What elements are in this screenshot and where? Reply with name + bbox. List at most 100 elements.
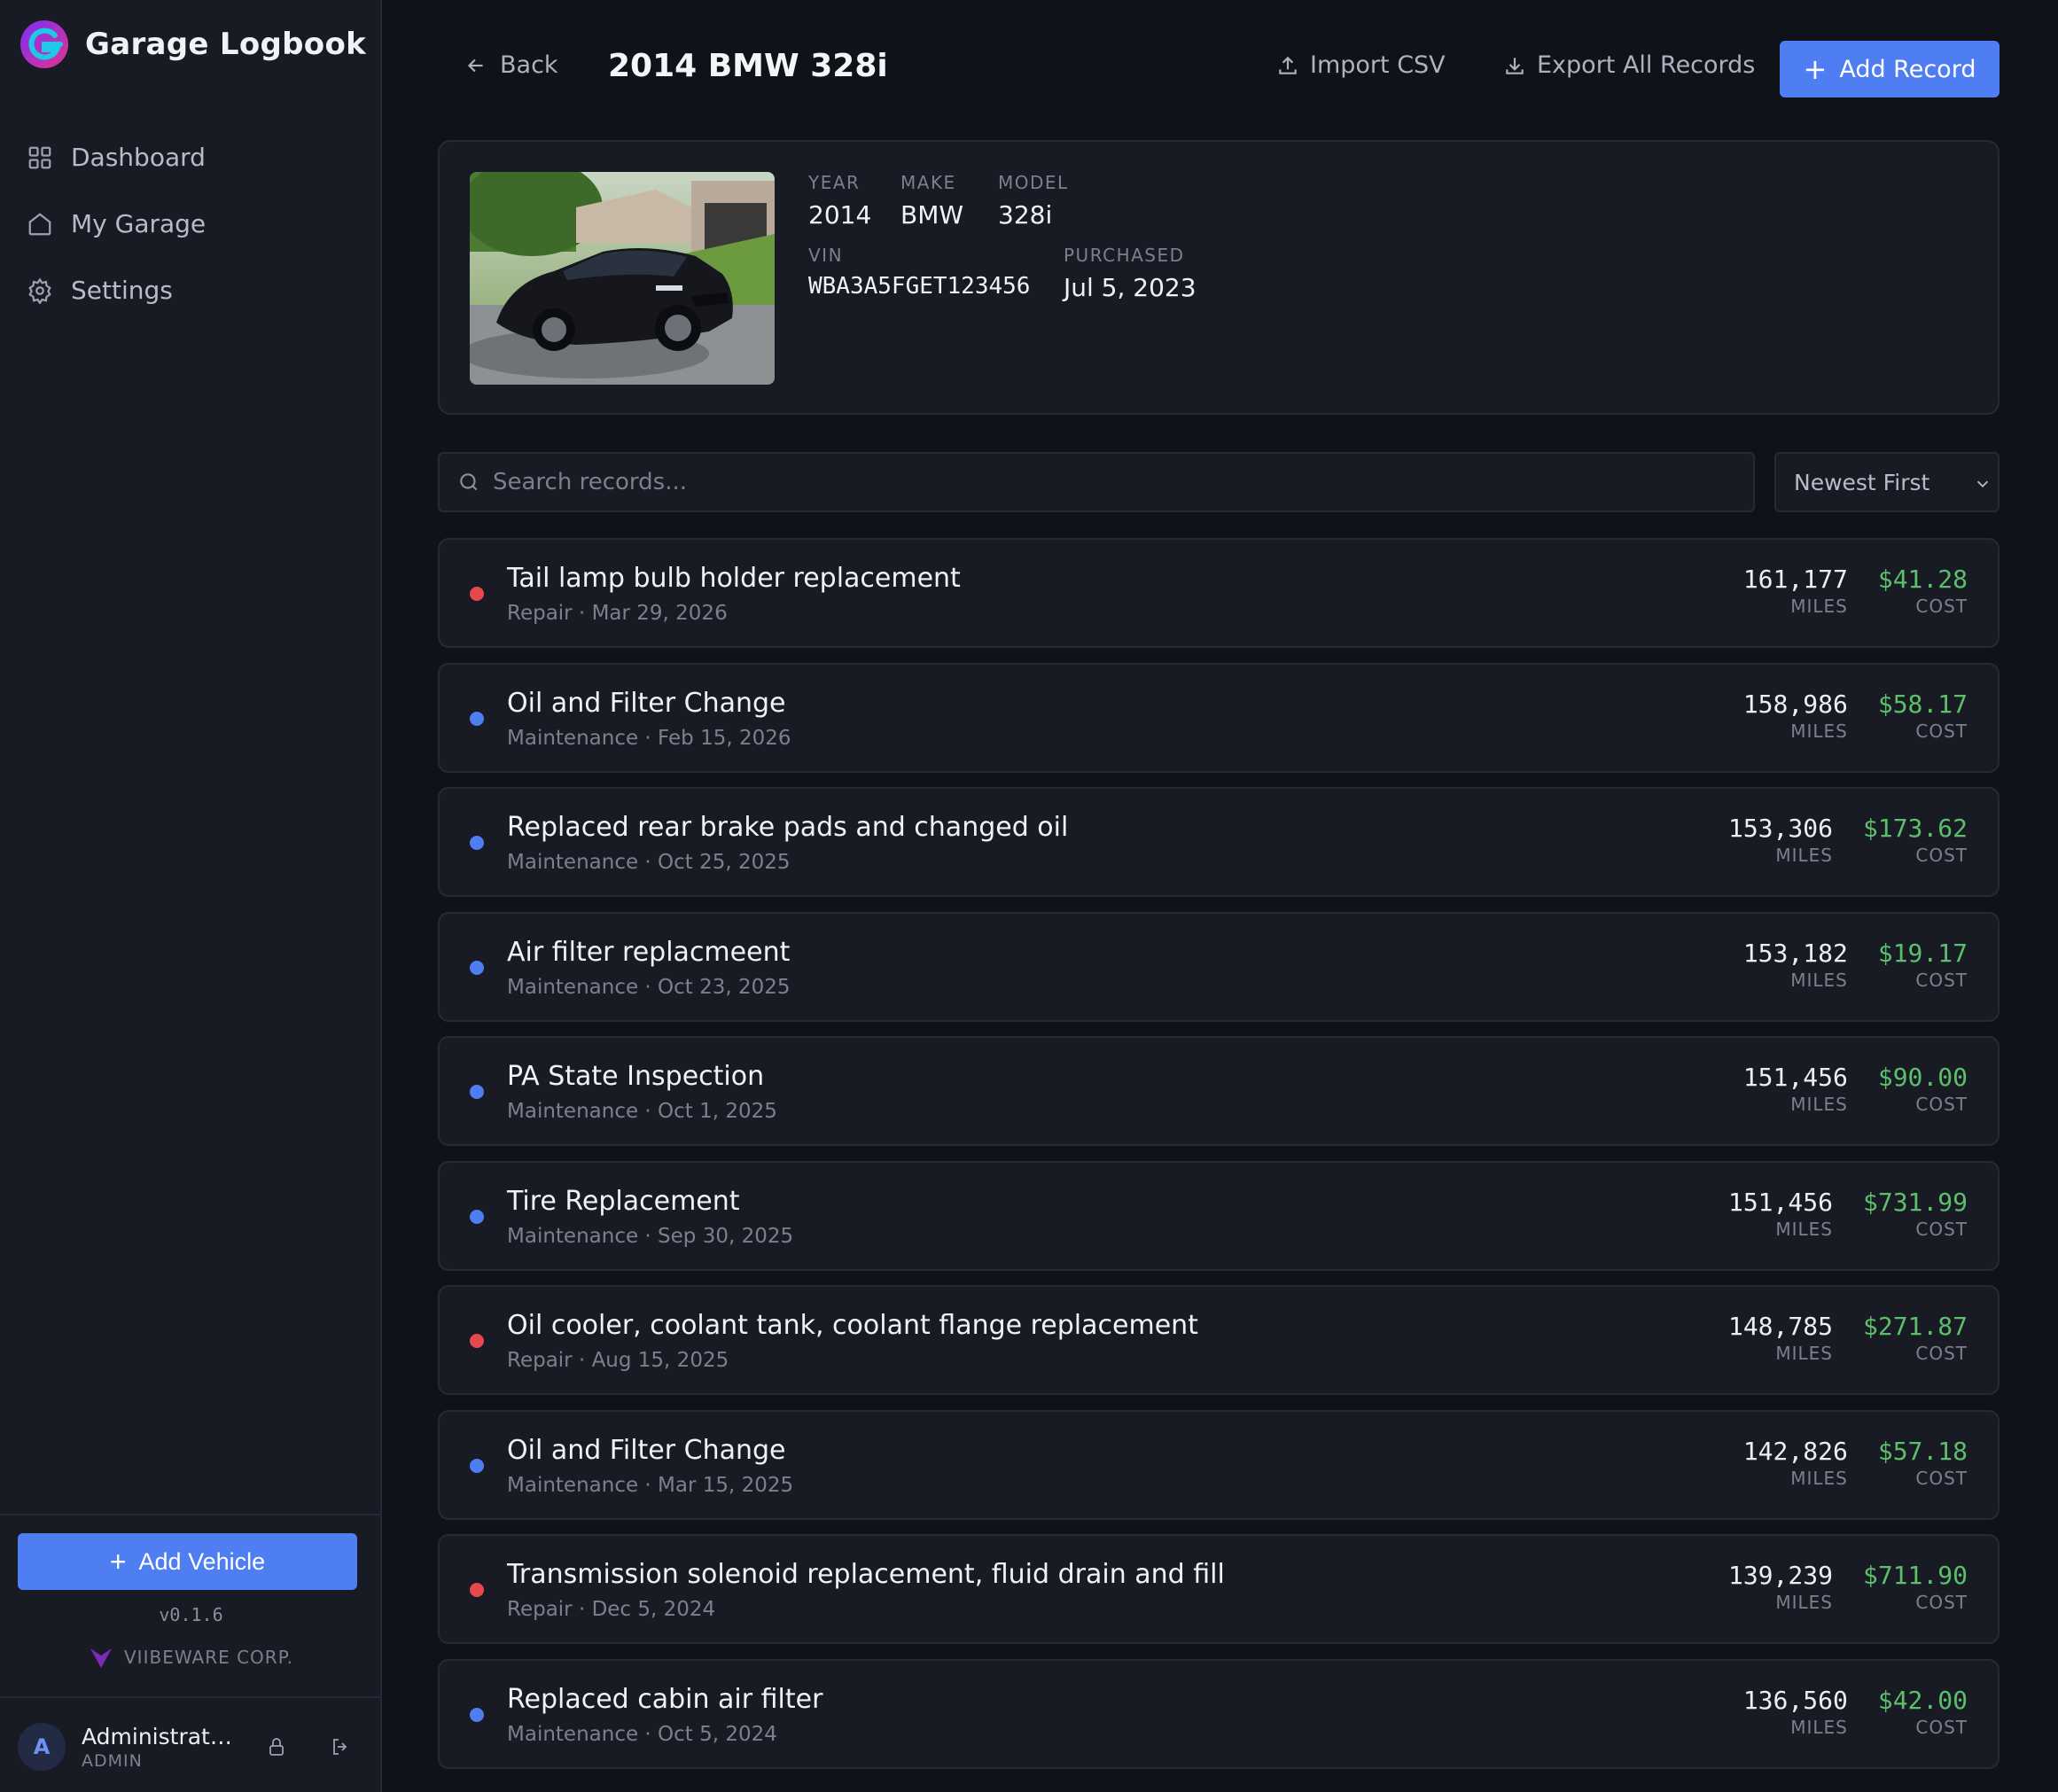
- model-value: 328i: [998, 200, 1053, 230]
- user-panel: A Administrator ADMIN: [18, 1716, 368, 1778]
- plus-icon: +: [109, 1546, 127, 1578]
- back-button[interactable]: Back: [464, 51, 558, 79]
- record-cost: $173.62 COST: [1863, 814, 1968, 866]
- record-miles: 142,826 MILES: [1743, 1437, 1848, 1489]
- import-csv-button[interactable]: Import CSV: [1276, 51, 1446, 79]
- search-input[interactable]: [493, 469, 1734, 495]
- add-record-button[interactable]: + Add Record: [1780, 41, 2000, 97]
- plus-icon: +: [1803, 52, 1828, 86]
- record-stats: 158,986 MILES $58.17 COST: [1743, 690, 1968, 742]
- record-miles: 153,306 MILES: [1728, 814, 1833, 866]
- record-cost: $90.00 COST: [1878, 1063, 1968, 1115]
- record-row[interactable]: Air filter replacmeent Maintenance · Oct…: [438, 911, 2000, 1022]
- record-stats: 139,239 MILES $711.90 COST: [1728, 1561, 1968, 1613]
- sidebar-item-dashboard[interactable]: Dashboard: [27, 124, 363, 191]
- vehicle-purchased: PURCHASED Jul 5, 2023: [1064, 245, 1197, 302]
- record-cost: $42.00 COST: [1878, 1686, 1968, 1738]
- search-icon: [460, 473, 478, 491]
- vendor-name: VIIBEWARE CORP.: [124, 1647, 293, 1668]
- sort-selected-value: Newest First: [1794, 469, 1930, 495]
- record-title: Replaced cabin air filter: [507, 1683, 823, 1715]
- sidebar-item-settings[interactable]: Settings: [27, 257, 363, 323]
- vendor-credit: VIIBEWARE CORP.: [0, 1645, 382, 1670]
- record-meta: Repair · Aug 15, 2025: [507, 1349, 729, 1372]
- record-cost: $731.99 COST: [1863, 1188, 1968, 1240]
- record-miles: 158,986 MILES: [1743, 690, 1848, 742]
- record-type-dot: [470, 711, 484, 726]
- record-cost: $711.90 COST: [1863, 1561, 1968, 1613]
- miles-label: MILES: [1775, 845, 1833, 866]
- chevron-down-icon: [1976, 480, 1989, 488]
- record-row[interactable]: Replaced rear brake pads and changed oil…: [438, 787, 2000, 897]
- record-row[interactable]: Tail lamp bulb holder replacement Repair…: [438, 538, 2000, 648]
- record-meta: Maintenance · Oct 1, 2025: [507, 1100, 777, 1123]
- cost-label: COST: [1915, 596, 1968, 617]
- miles-label: MILES: [1790, 720, 1848, 742]
- vehicle-vin: VIN WBA3A5FGET123456: [808, 245, 1030, 300]
- cost-label: COST: [1915, 1716, 1968, 1738]
- record-row[interactable]: Oil and Filter Change Maintenance · Mar …: [438, 1409, 2000, 1520]
- record-title: Oil and Filter Change: [507, 687, 786, 719]
- gear-icon: [28, 277, 51, 304]
- app-version: v0.1.6: [159, 1604, 223, 1625]
- download-icon: [1506, 57, 1524, 74]
- record-row[interactable]: Replaced cabin air filter Maintenance · …: [438, 1658, 2000, 1769]
- record-meta: Repair · Mar 29, 2026: [507, 602, 728, 625]
- brand[interactable]: Garage Logbook: [19, 19, 366, 69]
- record-meta: Maintenance · Feb 15, 2026: [507, 726, 791, 750]
- make-label: MAKE: [900, 172, 956, 193]
- cost-value: $173.62: [1862, 814, 1968, 843]
- record-row[interactable]: Tire Replacement Maintenance · Sep 30, 2…: [438, 1160, 2000, 1271]
- vehicle-year: YEAR 2014: [808, 172, 871, 230]
- record-stats: 151,456 MILES $731.99 COST: [1728, 1188, 1968, 1240]
- record-meta: Maintenance · Oct 25, 2025: [507, 851, 791, 874]
- record-meta: Maintenance · Sep 30, 2025: [507, 1224, 794, 1248]
- export-records-button[interactable]: Export All Records: [1503, 51, 1755, 79]
- record-row[interactable]: Oil and Filter Change Maintenance · Feb …: [438, 662, 2000, 773]
- record-row[interactable]: PA State Inspection Maintenance · Oct 1,…: [438, 1036, 2000, 1146]
- record-title: Oil and Filter Change: [507, 1434, 786, 1466]
- purchased-value: Jul 5, 2023: [1064, 273, 1197, 302]
- miles-label: MILES: [1790, 1716, 1848, 1738]
- record-title: Replaced rear brake pads and changed oil: [507, 812, 1069, 843]
- export-records-label: Export All Records: [1537, 51, 1756, 79]
- cost-value: $271.87: [1862, 1312, 1968, 1341]
- search-bar: [438, 452, 1755, 512]
- record-cost: $271.87 COST: [1863, 1312, 1968, 1364]
- miles-label: MILES: [1775, 1592, 1833, 1613]
- back-label: Back: [500, 51, 558, 79]
- miles-value: 139,239: [1727, 1561, 1833, 1590]
- sort-select[interactable]: Newest First: [1774, 452, 2000, 512]
- miles-label: MILES: [1790, 1094, 1848, 1115]
- lock-button[interactable]: [259, 1729, 294, 1765]
- record-meta: Maintenance · Mar 15, 2025: [507, 1473, 794, 1497]
- record-type-dot: [470, 1085, 484, 1099]
- cost-label: COST: [1915, 1343, 1968, 1364]
- upload-icon: [1279, 56, 1297, 74]
- miles-value: 153,182: [1742, 938, 1848, 968]
- record-miles: 136,560 MILES: [1743, 1686, 1848, 1738]
- sidebar-item-my-garage[interactable]: My Garage: [27, 191, 363, 257]
- cost-label: COST: [1915, 969, 1968, 991]
- vehicle-info-card: YEAR 2014 MAKE BMW MODEL 328i VIN WBA3A5…: [438, 140, 2000, 415]
- sidebar-item-label: Dashboard: [71, 143, 206, 172]
- page-title: 2014 BMW 328i: [608, 48, 888, 84]
- record-cost: $19.17 COST: [1878, 939, 1968, 991]
- cost-label: COST: [1915, 845, 1968, 866]
- miles-label: MILES: [1775, 1343, 1833, 1364]
- record-stats: 153,306 MILES $173.62 COST: [1728, 814, 1968, 866]
- miles-value: 158,986: [1742, 689, 1848, 719]
- avatar[interactable]: A: [18, 1723, 66, 1771]
- cost-value: $41.28: [1877, 565, 1968, 594]
- cost-value: $57.18: [1877, 1436, 1968, 1466]
- record-cost: $58.17 COST: [1878, 690, 1968, 742]
- record-row[interactable]: Transmission solenoid replacement, fluid…: [438, 1534, 2000, 1644]
- logout-button[interactable]: [323, 1729, 358, 1765]
- record-miles: 148,785 MILES: [1728, 1312, 1833, 1364]
- add-vehicle-button[interactable]: + Add Vehicle: [18, 1533, 357, 1590]
- record-type-dot: [470, 1707, 484, 1722]
- miles-label: MILES: [1790, 1467, 1848, 1489]
- record-row[interactable]: Oil cooler, coolant tank, coolant flange…: [438, 1285, 2000, 1395]
- vendor-logo-icon: [90, 1648, 112, 1668]
- vin-label: VIN: [808, 245, 844, 266]
